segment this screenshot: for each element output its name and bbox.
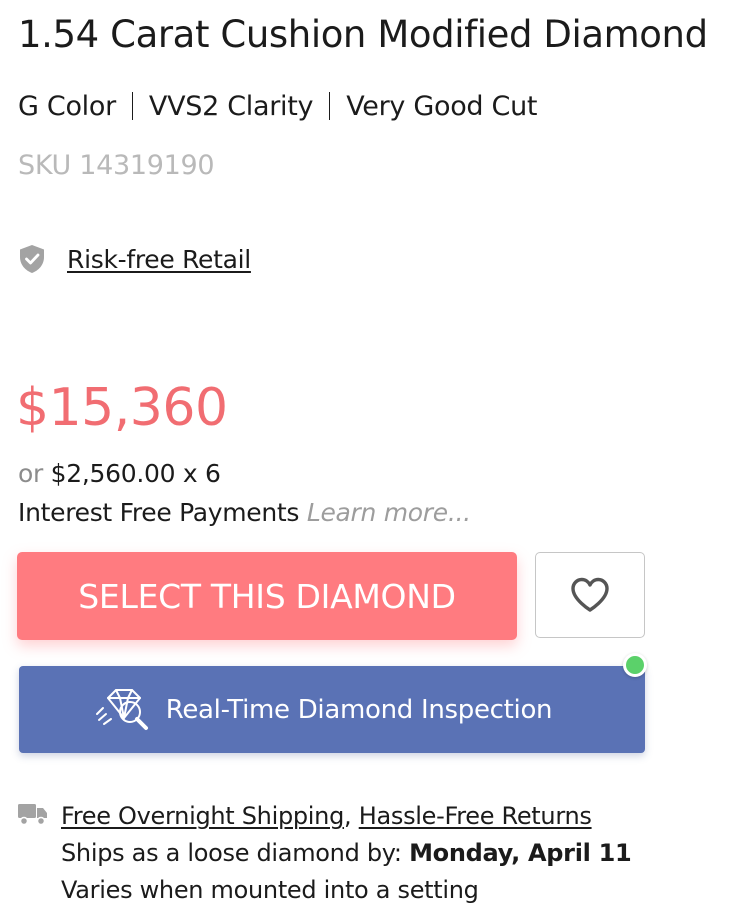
installment-info: or $2,560.00 x 6	[18, 456, 221, 492]
online-status-indicator	[623, 653, 647, 677]
sku-label: SKU 14319190	[18, 150, 215, 181]
learn-more-link[interactable]: Learn more...	[307, 498, 471, 527]
product-title: 1.54 Carat Cushion Modified Diamond	[18, 13, 708, 56]
shipping-info: Free Overnight Shipping, Hassle-Free Ret…	[18, 798, 632, 909]
returns-link[interactable]: Hassle-Free Returns	[359, 802, 592, 830]
price: $15,360	[16, 378, 228, 438]
select-diamond-button[interactable]: SELECT THIS DIAMOND	[17, 552, 517, 640]
clarity-spec: VVS2 Clarity	[148, 91, 314, 122]
wishlist-button[interactable]	[535, 552, 645, 638]
shield-check-icon	[20, 245, 44, 273]
installment-prefix: or	[18, 459, 43, 488]
inspection-label: Real-Time Diamond Inspection	[165, 694, 553, 725]
ship-date: Monday, April 11	[409, 839, 632, 867]
risk-free-retail-link[interactable]: Risk-free Retail	[67, 245, 251, 274]
spec-divider	[131, 92, 133, 120]
risk-free-row: Risk-free Retail	[18, 241, 251, 277]
setting-note: Varies when mounted into a setting	[61, 876, 479, 904]
ship-date-row: Ships as a loose diamond by: Monday, Apr…	[61, 835, 632, 872]
color-spec: G Color	[18, 91, 116, 122]
heart-icon	[571, 577, 609, 612]
ships-prefix: Ships as a loose diamond by:	[61, 839, 402, 867]
shipping-links-row: Free Overnight Shipping, Hassle-Free Ret…	[61, 798, 631, 835]
link-separator: ,	[344, 802, 352, 830]
free-shipping-link[interactable]: Free Overnight Shipping	[61, 802, 344, 830]
installment-amount: $2,560.00 x 6	[50, 459, 221, 488]
diamond-magnifier-icon	[95, 688, 148, 730]
cut-spec: Very Good Cut	[346, 91, 538, 122]
interest-free-text: Interest Free Payments	[18, 498, 300, 527]
interest-info: Interest Free Payments Learn more...	[18, 495, 471, 531]
real-time-inspection-button[interactable]: Real-Time Diamond Inspection	[19, 666, 645, 753]
truck-icon	[18, 804, 47, 826]
spec-divider	[329, 92, 331, 120]
product-specs: G Color VVS2 Clarity Very Good Cut	[18, 88, 538, 126]
